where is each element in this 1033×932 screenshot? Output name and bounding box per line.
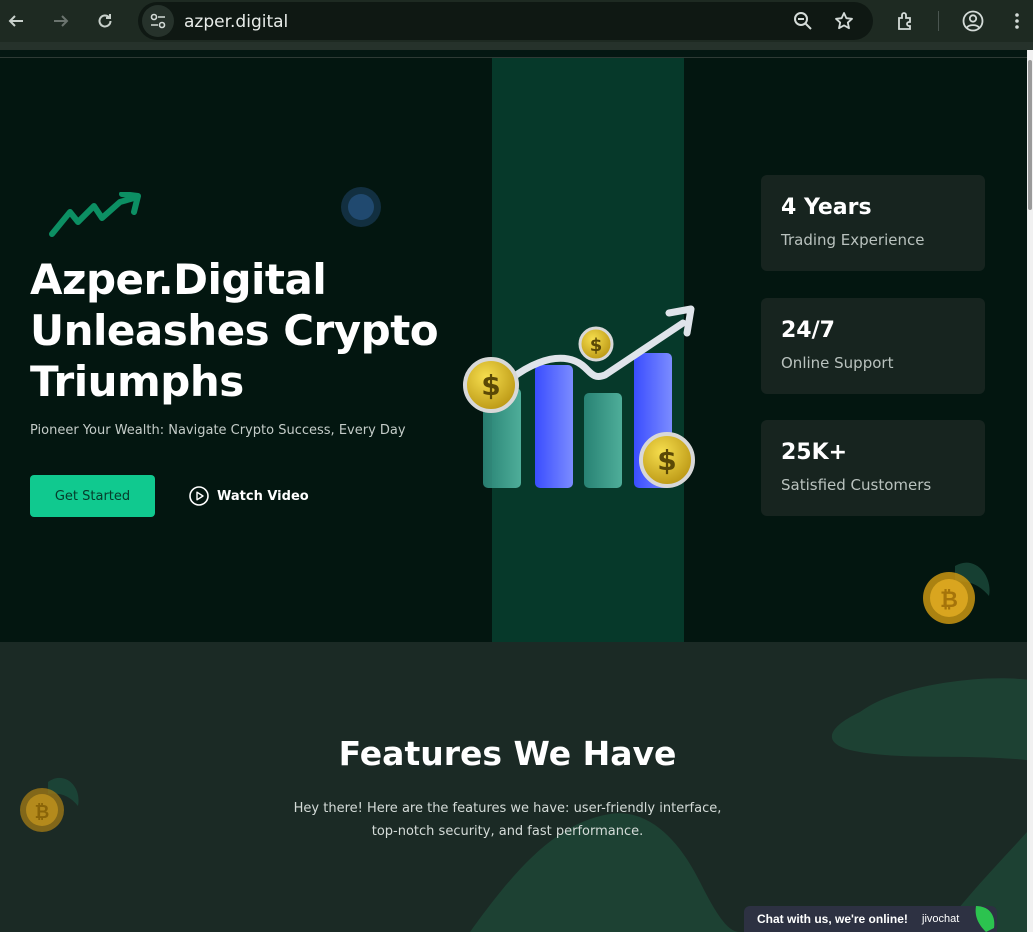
address-bar[interactable]: azper.digital <box>138 2 873 40</box>
stat-value: 25K+ <box>781 440 848 465</box>
page-scrollbar[interactable] <box>1027 50 1033 932</box>
url-text[interactable]: azper.digital <box>184 12 288 32</box>
stat-label: Trading Experience <box>781 231 925 249</box>
svg-text:$: $ <box>590 335 603 356</box>
scrollbar-thumb[interactable] <box>1028 60 1032 210</box>
hero-section: Azper.Digital Unleashes Crypto Triumphs … <box>0 58 1027 642</box>
svg-text:$: $ <box>481 369 500 402</box>
forward-icon[interactable] <box>49 9 73 33</box>
stat-card-support: 24/7 Online Support <box>761 298 985 394</box>
watch-video-button[interactable]: Watch Video <box>189 485 309 507</box>
toolbar-divider <box>938 11 939 31</box>
extensions-icon[interactable] <box>894 9 918 33</box>
bitcoin-coin-icon: ₿ <box>20 777 79 832</box>
stat-card-experience: 4 Years Trading Experience <box>761 175 985 271</box>
bitcoin-coin-icon: ₿ <box>923 562 990 624</box>
play-circle-icon <box>189 486 209 506</box>
page-top-strip <box>0 42 1033 50</box>
chat-widget[interactable]: Chat with us, we're online! jivochat <box>744 906 997 932</box>
profile-icon[interactable] <box>961 9 985 33</box>
chat-label[interactable]: Chat with us, we're online! <box>757 912 908 926</box>
stat-label: Satisfied Customers <box>781 476 932 494</box>
chat-brand: jivochat <box>922 913 960 925</box>
chat-bubble-icon <box>975 906 995 932</box>
features-description: Hey there! Here are the features we have… <box>293 801 722 839</box>
coin-icon <box>341 187 381 227</box>
features-title: Features We Have <box>338 734 677 773</box>
stat-label: Online Support <box>781 354 894 372</box>
hero-subtitle: Pioneer Your Wealth: Navigate Crypto Suc… <box>30 423 406 438</box>
stat-value: 24/7 <box>781 318 835 343</box>
stat-value: 4 Years <box>781 195 872 220</box>
features-background-shapes <box>470 678 1027 932</box>
svg-text:$: $ <box>657 444 676 477</box>
trend-arrow-icon <box>49 192 141 237</box>
zoom-icon[interactable] <box>792 10 814 32</box>
back-icon[interactable] <box>4 9 28 33</box>
features-section: ₿ Features We Have Hey there! Here are t… <box>0 642 1027 932</box>
menu-icon[interactable] <box>1005 9 1029 33</box>
site-header-strip <box>0 50 1027 58</box>
hero-title: Azper.Digital Unleashes Crypto Triumphs <box>30 255 439 406</box>
site-settings-icon[interactable] <box>142 5 174 37</box>
watch-video-label: Watch Video <box>217 488 309 504</box>
browser-toolbar: azper.digital <box>0 0 1033 42</box>
svg-text:₿: ₿ <box>940 588 958 613</box>
reload-icon[interactable] <box>93 9 117 33</box>
crypto-growth-illustration: $ $ $ <box>463 305 695 488</box>
stat-card-customers: 25K+ Satisfied Customers <box>761 420 985 516</box>
bookmark-star-icon[interactable] <box>833 10 855 32</box>
get-started-button[interactable]: Get Started <box>30 475 155 517</box>
svg-text:₿: ₿ <box>35 802 50 823</box>
